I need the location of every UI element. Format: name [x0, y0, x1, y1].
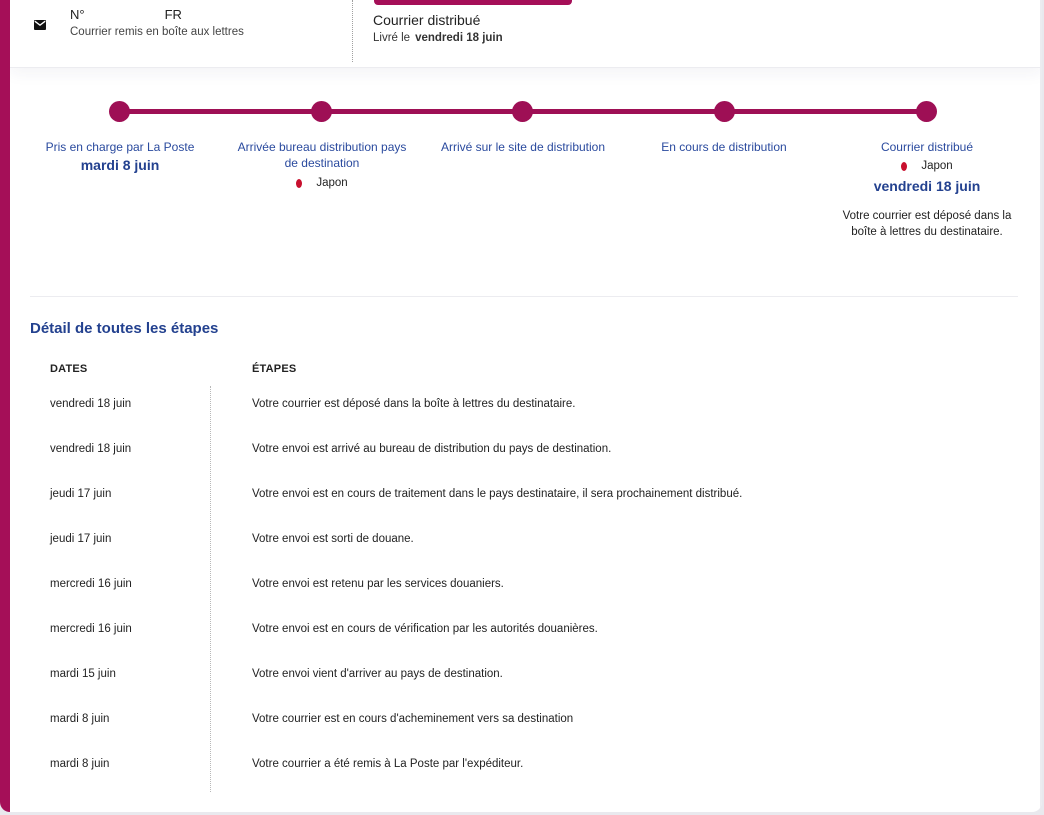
row-step: Votre envoi est en cours de traitement d… — [252, 488, 743, 500]
step-label: Courrier distribué — [880, 140, 974, 154]
row-date: mardi 8 juin — [50, 758, 110, 770]
table-row: vendredi 18 juin Votre courrier est dépo… — [10, 395, 1042, 440]
table-row: mardi 8 juin Votre courrier est en cours… — [10, 710, 1042, 755]
timeline-dot-1 — [109, 101, 130, 122]
step-message: Votre courrier est déposé dans la boîte … — [842, 210, 1012, 238]
column-header-steps: ÉTAPES — [252, 363, 297, 375]
scrollbar[interactable] — [1040, 0, 1042, 812]
table-row: mercredi 16 juin Votre envoi est retenu … — [10, 575, 1042, 620]
step-label: En cours de distribution — [661, 140, 787, 154]
step-label: Arrivé sur le site de distribution — [440, 140, 606, 154]
timeline-dot-4 — [714, 101, 735, 122]
table-row: mercredi 16 juin Votre envoi est en cour… — [10, 620, 1042, 665]
row-date: jeudi 17 juin — [50, 488, 112, 500]
row-date: mercredi 16 juin — [50, 578, 132, 590]
row-step: Votre envoi est arrivé au bureau de dist… — [252, 443, 612, 455]
step-country: Japon — [832, 160, 1022, 172]
delivered-prefix: Livré le — [373, 32, 411, 44]
step-date: mardi 8 juin — [80, 157, 160, 173]
delivery-type: Courrier remis en boîte aux lettres — [70, 26, 244, 38]
timeline-step-5: Courrier distribué Japon vendredi 18 jui… — [832, 139, 1022, 240]
row-step: Votre courrier a été remis à La Poste pa… — [252, 758, 524, 770]
row-step: Votre envoi est retenu par les services … — [252, 578, 504, 590]
step-label: Pris en charge par La Poste — [45, 140, 195, 154]
timeline-dot-3 — [512, 101, 533, 122]
timeline-step-1: Pris en charge par La Poste mardi 8 juin — [30, 139, 210, 173]
status-accent-bar — [374, 0, 572, 5]
japan-flag-icon — [901, 161, 908, 171]
row-date: vendredi 18 juin — [50, 398, 132, 410]
delivered-date-value: vendredi 18 juin — [415, 32, 503, 44]
table-row: jeudi 17 juin Votre envoi est en cours d… — [10, 485, 1042, 530]
table-row: mardi 15 juin Votre envoi vient d'arrive… — [10, 665, 1042, 710]
row-date: jeudi 17 juin — [50, 533, 112, 545]
row-step: Votre envoi est sorti de douane. — [252, 533, 414, 545]
timeline-step-4: En cours de distribution — [634, 139, 814, 155]
row-step: Votre courrier est en cours d'achemineme… — [252, 713, 574, 725]
table-row: mardi 8 juin Votre courrier a été remis … — [10, 755, 1042, 800]
step-label: Arrivée bureau distribution pays de dest… — [237, 140, 407, 170]
row-date: mercredi 16 juin — [50, 623, 132, 635]
timeline-dot-5 — [916, 101, 937, 122]
tracking-number: N° FR — [70, 7, 182, 22]
delivered-date: Livré le vendredi 18 juin — [373, 32, 503, 44]
table-row: jeudi 17 juin Votre envoi est sorti de d… — [10, 530, 1042, 575]
row-date: mardi 8 juin — [50, 713, 110, 725]
japan-flag-icon — [296, 178, 303, 188]
step-country-name: Japon — [316, 177, 348, 189]
step-date: vendredi 18 juin — [873, 178, 981, 194]
timeline-dot-2 — [311, 101, 332, 122]
mail-icon — [34, 20, 46, 30]
details-table: vendredi 18 juin Votre courrier est dépo… — [10, 395, 1042, 800]
tracking-header: N° FR Courrier remis en boîte aux lettres… — [10, 0, 1042, 68]
step-country-name: Japon — [921, 160, 953, 172]
row-step: Votre envoi vient d'arriver au pays de d… — [252, 668, 503, 680]
tracking-card: N° FR Courrier remis en boîte aux lettres… — [0, 0, 1042, 812]
column-header-dates: DATES — [50, 363, 88, 375]
status-title: Courrier distribué — [373, 12, 481, 28]
row-step: Votre courrier est déposé dans la boîte … — [252, 398, 576, 410]
timeline-step-3: Arrivé sur le site de distribution — [413, 139, 633, 155]
tracking-suffix: FR — [164, 7, 182, 22]
tracking-prefix: N° — [70, 7, 85, 22]
row-date: vendredi 18 juin — [50, 443, 132, 455]
table-row: vendredi 18 juin Votre envoi est arrivé … — [10, 440, 1042, 485]
row-step: Votre envoi est en cours de vérification… — [252, 623, 598, 635]
step-country: Japon — [231, 177, 413, 189]
details-title: Détail de toutes les étapes — [30, 320, 219, 337]
header-divider — [352, 0, 353, 62]
row-date: mardi 15 juin — [50, 668, 116, 680]
section-separator — [30, 296, 1018, 297]
timeline-step-2: Arrivée bureau distribution pays de dest… — [231, 139, 413, 189]
